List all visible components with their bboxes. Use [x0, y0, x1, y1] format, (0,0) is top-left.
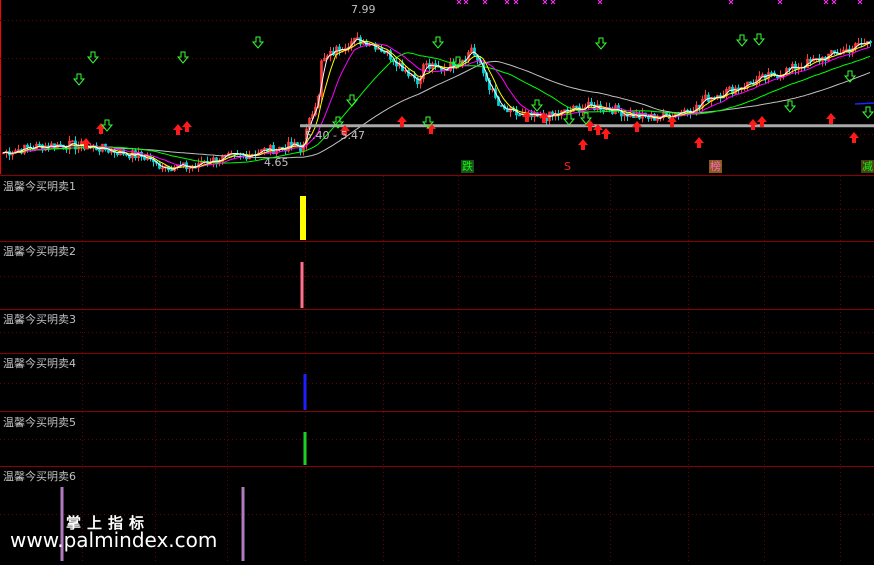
top-x-mark-icon [777, 0, 783, 5]
candle-body [602, 109, 605, 112]
signal-bar-4-1 [303, 374, 307, 410]
buy-arrow-icon [748, 119, 758, 130]
candle-body [518, 114, 521, 117]
sell-arrow-icon [861, 106, 874, 119]
buy-arrow-icon [182, 121, 192, 132]
top-x-mark-icon [550, 0, 556, 5]
candle-body [500, 104, 503, 107]
high-price-label: 7.99 [351, 3, 376, 16]
buy-arrow-icon [849, 132, 859, 143]
tag-bang: 榜 [709, 160, 722, 173]
sell-arrow-icon [783, 100, 797, 113]
low-price-label: 4.65 [264, 156, 289, 169]
candle-body [749, 81, 752, 84]
candle-body [71, 140, 74, 143]
top-x-mark-icon [482, 0, 488, 5]
panel-title-5: 温馨今买明卖5 [3, 416, 76, 429]
panel-title-4: 温馨今买明卖4 [3, 357, 76, 370]
sell-arrow-icon [176, 51, 190, 64]
sell-arrow-icon [735, 34, 749, 47]
buy-arrow-icon [578, 139, 588, 150]
panel-title-1: 温馨今买明卖1 [3, 180, 76, 193]
signal-bar-5-1 [303, 432, 307, 465]
ma-line-ma120 [2, 60, 871, 159]
support-range-label: 5.40 - 5.47 [305, 129, 365, 142]
sell-arrow-icon [530, 99, 544, 112]
candle-body [575, 105, 578, 108]
candle-body [170, 169, 173, 172]
candle-body [26, 144, 29, 148]
top-x-mark-icon [823, 0, 829, 5]
candle-body [599, 104, 602, 111]
top-x-mark-icon [728, 0, 734, 5]
panel-title-3: 温馨今买明卖3 [3, 313, 76, 326]
candle-body [98, 149, 101, 152]
sell-arrow-icon [431, 36, 445, 49]
signal-bar-1-1 [300, 196, 306, 240]
candle-body [107, 149, 110, 153]
panel-title-2: 温馨今买明卖2 [3, 245, 76, 258]
top-x-mark-icon [597, 0, 603, 5]
candle-body [770, 72, 773, 75]
buy-arrow-icon [826, 113, 836, 124]
sell-arrow-icon [251, 36, 265, 49]
signal-bar-2-1 [300, 262, 304, 308]
top-x-mark-icon [456, 0, 462, 5]
sell-arrow-icon [562, 113, 576, 126]
sell-arrow-icon [594, 37, 608, 50]
sell-arrow-icon [100, 119, 114, 132]
tag-s: S [564, 160, 571, 173]
tag-die: 跌 [461, 160, 474, 173]
stock-chart-svg [0, 0, 874, 561]
buy-arrow-icon [585, 120, 595, 131]
candle-body [59, 144, 62, 146]
panel-title-6: 温馨今买明卖6 [3, 470, 76, 483]
buy-arrow-icon [632, 121, 642, 132]
top-x-mark-icon [857, 0, 863, 5]
top-x-mark-icon [831, 0, 837, 5]
sell-arrow-icon [86, 51, 100, 64]
buy-arrow-icon [173, 124, 183, 135]
tag-jian: 减 [861, 160, 874, 173]
chart-stage: 7.99 4.65 5.40 - 5.47 跌 S 榜 减 温馨今买明卖1 温馨… [0, 0, 874, 561]
top-x-mark-icon [513, 0, 519, 5]
candle-body [38, 143, 41, 146]
blue-segment [854, 102, 874, 105]
signal-bar-6-2 [241, 487, 245, 561]
watermark-url: www.palmindex.com [10, 528, 218, 552]
buy-arrow-icon [694, 137, 704, 148]
top-x-mark-icon [542, 0, 548, 5]
sell-arrow-icon [72, 73, 86, 86]
top-x-mark-icon [504, 0, 510, 5]
sell-arrow-icon [752, 33, 766, 46]
top-x-mark-icon [463, 0, 469, 5]
